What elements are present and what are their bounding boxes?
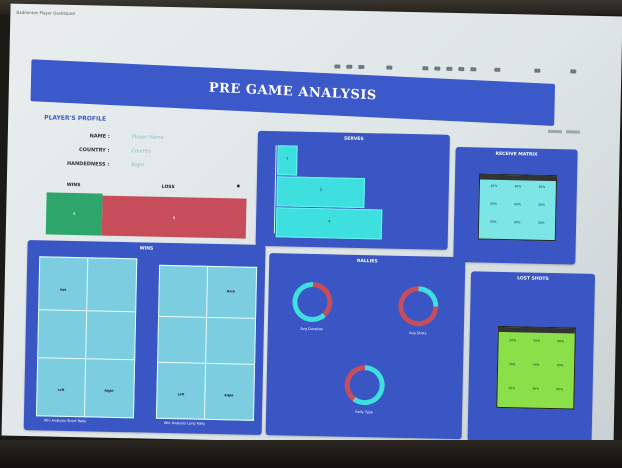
matrix-cell[interactable]: 30% [525,339,549,343]
player-profile: PLAYER'S PROFILE NAME : Player Name COUNT… [36,114,254,248]
matrix-cell[interactable]: 30% [530,185,554,190]
shots-ring[interactable] [397,285,439,327]
ring-hole [297,286,328,318]
court-short-caption: Win Analysis Short Rally [43,418,87,424]
export-icon[interactable] [434,66,441,71]
page-indicator-icon[interactable] [565,130,581,134]
page-indicator-icon[interactable] [548,129,563,134]
loss-value: 6 [172,215,176,221]
profile-title: PLAYER'S PROFILE [44,114,107,123]
room-floor [0,440,622,468]
court-zone-label: Right [104,388,114,393]
name-value: Player Name [131,134,164,141]
matrix-cell[interactable]: 40% [482,184,506,189]
wins-value: 4 [72,210,76,217]
shots-ring-caption: Avg Shots [409,331,427,336]
profile-row-name: NAME : Player Name [38,132,164,141]
court-line [158,361,255,365]
loss-label: LOSS [161,184,175,191]
court-line [38,357,135,361]
ring-hole [403,290,434,322]
settings-icon[interactable] [570,69,577,74]
matrix-cell[interactable]: 30% [506,184,530,189]
lost-shots-panel: LOST SHOTS 20% 30% 40% 30% 40% 20% 10% 3… [467,271,596,444]
more-icon[interactable] [534,68,541,73]
dropdown-marker-icon[interactable] [236,184,240,188]
court-zone-label: Left [57,387,65,392]
name-label: NAME : [89,133,110,140]
lost-matrix: 20% 30% 40% 30% 40% 20% 10% 30% 60% [496,325,576,410]
handedness-label: HANDEDNESS : [66,160,110,168]
court-zone-label: Right [224,393,234,398]
court-line [159,315,256,319]
matrix-header [480,174,557,182]
bookmark-icon[interactable] [346,64,353,69]
handedness-value: Right [131,162,145,169]
receive-matrix-panel: RECEIVE MATRIX 40% 30% 30% 20% 50% 30% 3… [453,146,578,265]
serves-bar[interactable]: 3 [276,176,366,209]
comment-icon[interactable] [446,66,453,71]
matrix-cell[interactable]: 30% [529,203,553,208]
matrix-cell[interactable]: 40% [549,339,573,344]
matrix-cell[interactable]: 30% [500,362,524,367]
matrix-cell[interactable]: 20% [548,363,572,368]
matrix-header [498,326,575,334]
court-line [83,258,89,417]
serves-bar[interactable]: 4 [275,207,383,240]
matrix-cell[interactable]: 30% [529,221,553,226]
share-icon[interactable] [358,64,365,70]
serves-panel: SERVES 1 3 4 [255,130,450,250]
matrix-cell[interactable]: 40% [505,220,529,225]
projected-screen: Badminton Player Dashboard PRE GAME ANAL… [1,3,622,449]
matrix-cell[interactable]: 50% [505,202,529,207]
matrix-cell[interactable]: 30% [481,220,505,225]
court-zone-label: Net [60,287,67,292]
matrix-cell[interactable]: 10% [500,386,524,391]
receive-title: RECEIVE MATRIX [495,151,538,158]
wins-title: WINS [139,246,154,252]
rallies-panel: RALLIES Avg Duration Avg Shots Rally Typ… [265,253,466,440]
serves-bar[interactable]: 1 [277,145,298,176]
wins-label: WINS [66,182,81,189]
court-zone-label: Left [177,392,185,397]
matrix-cell[interactable]: 60% [548,387,572,392]
duration-ring[interactable] [291,281,333,323]
subscribe-icon[interactable] [494,67,501,72]
ring-hole [349,369,380,401]
view-icon[interactable] [458,67,465,72]
serves-bar-label: 1 [286,156,289,161]
serves-bar-label: 3 [319,188,322,193]
matrix-cell[interactable]: 20% [481,202,505,207]
rallies-title: RALLIES [356,258,378,265]
country-label: COUNTRY : [78,147,110,154]
court-zone-label: Back [227,289,236,294]
duration-ring-caption: Avg Duration [300,326,324,332]
court-long-rally[interactable]: Back Left Right [155,264,258,421]
lost-title: LOST SHOTS [517,276,549,282]
window-title: Badminton Player Dashboard [16,9,75,16]
rally-type-ring-caption: Rally Type [355,409,373,415]
matrix-cell[interactable]: 20% [501,338,525,343]
profile-row-country: COUNTRY : Country [37,146,152,155]
court-long-caption: Win Analysis Long Rally [163,420,206,426]
filter-icon[interactable] [334,64,341,69]
matrix-cell[interactable]: 40% [524,363,548,367]
court-short-rally[interactable]: Net Left Right [35,256,138,419]
wins-panel: WINS Net Left Right Back Left Right Win … [23,240,266,435]
country-value: Country [131,148,152,155]
win-loss-labels: WINS LOSS [37,182,252,191]
profile-row-handedness: HANDEDNESS : Right [37,160,145,169]
loss-bar[interactable]: 6 [101,195,247,239]
refresh-icon[interactable] [422,66,429,71]
wins-bar[interactable]: 4 [45,192,103,236]
zoom-icon[interactable] [470,67,477,72]
receive-matrix: 40% 30% 30% 20% 50% 30% 30% 40% 30% [477,173,558,242]
serves-bar-label: 4 [327,219,331,224]
page-controls[interactable] [548,118,588,134]
court-line [39,309,136,313]
matrix-cell[interactable]: 30% [524,387,548,391]
serves-title: SERVES [343,136,364,143]
edit-icon[interactable] [386,65,393,70]
rally-type-ring[interactable] [344,364,386,406]
